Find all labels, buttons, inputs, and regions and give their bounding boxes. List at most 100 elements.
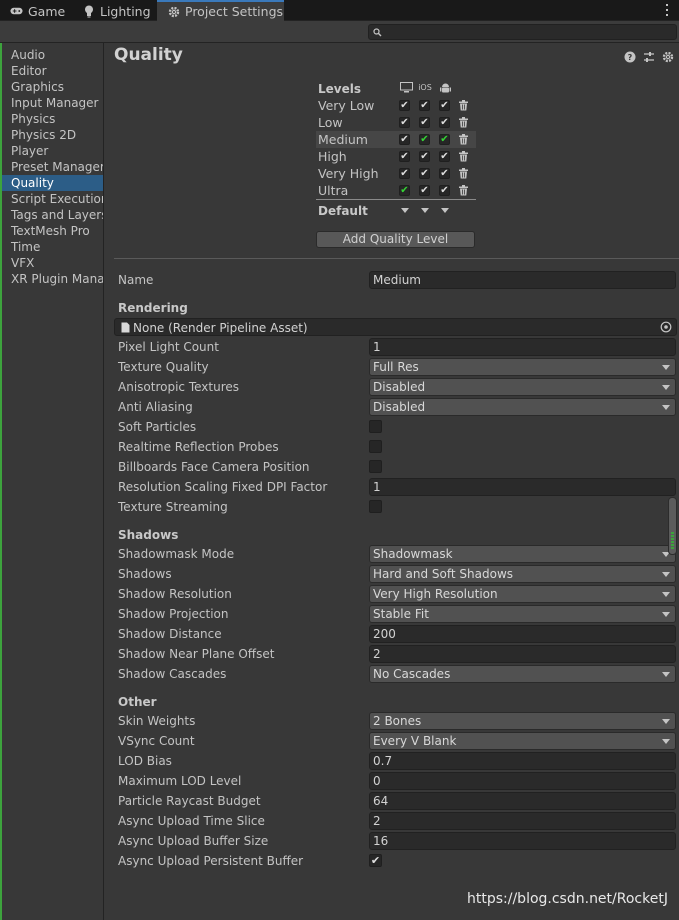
trash-icon[interactable] xyxy=(458,151,469,162)
property-label: Anti Aliasing xyxy=(118,400,193,414)
texture-quality-dropdown[interactable]: Full Res xyxy=(369,358,676,376)
shadow-distance-row: Shadow Distance 200 xyxy=(118,624,678,644)
sidebar-item-vfx[interactable]: VFX xyxy=(2,255,103,271)
sidebar-item-textmesh-pro[interactable]: TextMesh Pro xyxy=(2,223,103,239)
level-checkbox[interactable]: ✔ xyxy=(419,168,430,179)
sidebar-item-preset-manager[interactable]: Preset Manager xyxy=(2,159,103,175)
sidebar-item-player[interactable]: Player xyxy=(2,143,103,159)
default-dropdown-ios[interactable] xyxy=(421,208,429,213)
sidebar-item-quality[interactable]: Quality xyxy=(2,175,103,191)
dropdown-value: Stable Fit xyxy=(373,607,429,621)
level-row-very-low[interactable]: Very Low ✔ ✔ ✔ xyxy=(316,97,476,114)
anisotropic-textures-dropdown[interactable]: Disabled xyxy=(369,378,676,396)
add-quality-level-button[interactable]: Add Quality Level xyxy=(316,231,475,248)
trash-icon[interactable] xyxy=(458,117,469,128)
sidebar-item-xr-plugin-management[interactable]: XR Plugin Manag xyxy=(2,271,103,287)
level-checkbox[interactable]: ✔ xyxy=(439,100,450,111)
maximum-lod-level-row: Maximum LOD Level 0 xyxy=(118,771,678,791)
preset-icon[interactable] xyxy=(642,50,655,63)
level-checkbox-default[interactable]: ✔ xyxy=(399,185,410,196)
sidebar-item-script-execution[interactable]: Script Execution xyxy=(2,191,103,207)
level-row-very-high[interactable]: Very High ✔ ✔ ✔ xyxy=(316,165,476,182)
sidebar-item-audio[interactable]: Audio xyxy=(2,47,103,63)
realtime-reflection-probes-checkbox[interactable] xyxy=(369,440,382,453)
object-picker-icon[interactable] xyxy=(660,321,672,333)
trash-icon[interactable] xyxy=(458,168,469,179)
resolution-scaling-dpi-field[interactable]: 1 xyxy=(369,478,676,496)
texture-streaming-checkbox[interactable] xyxy=(369,500,382,513)
trash-icon[interactable] xyxy=(458,100,469,111)
level-checkbox[interactable]: ✔ xyxy=(419,151,430,162)
search-input[interactable] xyxy=(368,24,677,40)
render-pipeline-asset-field[interactable]: None (Render Pipeline Asset) xyxy=(114,318,677,336)
lod-bias-field[interactable]: 0.7 xyxy=(369,752,676,770)
shadow-projection-dropdown[interactable]: Stable Fit xyxy=(369,605,676,623)
shadow-cascades-dropdown[interactable]: No Cascades xyxy=(369,665,676,683)
anti-aliasing-dropdown[interactable]: Disabled xyxy=(369,398,676,416)
scrollbar-thumb[interactable] xyxy=(668,497,677,555)
billboards-face-camera-checkbox[interactable] xyxy=(369,460,382,473)
level-checkbox[interactable]: ✔ xyxy=(419,185,430,196)
level-row-medium[interactable]: Medium ✔ ✔ ✔ xyxy=(316,131,476,148)
shadows-dropdown[interactable]: Hard and Soft Shadows xyxy=(369,565,676,583)
async-upload-buffer-size-field[interactable]: 16 xyxy=(369,832,676,850)
dropdown-value: Hard and Soft Shadows xyxy=(373,567,514,581)
level-checkbox-default[interactable]: ✔ xyxy=(439,134,450,145)
async-upload-persistent-buffer-checkbox[interactable]: ✔ xyxy=(369,854,382,867)
shadow-distance-field[interactable]: 200 xyxy=(369,625,676,643)
particle-raycast-budget-field[interactable]: 64 xyxy=(369,792,676,810)
default-dropdown-android[interactable] xyxy=(441,208,449,213)
level-checkbox[interactable]: ✔ xyxy=(419,100,430,111)
sidebar-item-physics-2d[interactable]: Physics 2D xyxy=(2,127,103,143)
sidebar-item-editor[interactable]: Editor xyxy=(2,63,103,79)
level-row-ultra[interactable]: Ultra ✔ ✔ ✔ xyxy=(316,182,476,199)
tab-lighting[interactable]: Lighting xyxy=(72,1,158,21)
gear-icon xyxy=(167,5,180,18)
level-checkbox[interactable]: ✔ xyxy=(419,117,430,128)
sidebar-item-physics[interactable]: Physics xyxy=(2,111,103,127)
maximum-lod-level-field[interactable]: 0 xyxy=(369,772,676,790)
shadow-resolution-dropdown[interactable]: Very High Resolution xyxy=(369,585,676,603)
level-checkbox[interactable]: ✔ xyxy=(439,168,450,179)
quality-settings-panel: Quality ? Levels iOS Very Low ✔ ✔ ✔ Low … xyxy=(105,43,679,920)
tab-project-settings[interactable]: Project Settings xyxy=(157,0,284,21)
level-checkbox[interactable]: ✔ xyxy=(439,185,450,196)
level-checkbox[interactable]: ✔ xyxy=(399,100,410,111)
skin-weights-dropdown[interactable]: 2 Bones xyxy=(369,712,676,730)
vsync-count-dropdown[interactable]: Every V Blank xyxy=(369,732,676,750)
trash-icon[interactable] xyxy=(458,134,469,145)
async-upload-time-slice-field[interactable]: 2 xyxy=(369,812,676,830)
resolution-scaling-dpi-row: Resolution Scaling Fixed DPI Factor 1 xyxy=(118,477,678,497)
level-row-high[interactable]: High ✔ ✔ ✔ xyxy=(316,148,476,165)
shadowmask-mode-dropdown[interactable]: Shadowmask xyxy=(369,545,676,563)
level-checkbox[interactable]: ✔ xyxy=(399,117,410,128)
sidebar-item-time[interactable]: Time xyxy=(2,239,103,255)
other-header: Other xyxy=(118,695,157,709)
tab-game[interactable]: Game xyxy=(0,1,76,21)
level-checkbox[interactable]: ✔ xyxy=(439,117,450,128)
soft-particles-checkbox[interactable] xyxy=(369,420,382,433)
sidebar-item-tags-and-layers[interactable]: Tags and Layers xyxy=(2,207,103,223)
default-dropdown-desktop[interactable] xyxy=(401,208,409,213)
name-field[interactable]: Medium xyxy=(369,271,676,289)
trash-icon[interactable] xyxy=(458,185,469,196)
more-options-icon[interactable] xyxy=(663,3,671,17)
gear-icon[interactable] xyxy=(661,50,674,63)
shadowmask-mode-row: Shadowmask Mode Shadowmask xyxy=(118,544,678,564)
sidebar-item-input-manager[interactable]: Input Manager xyxy=(2,95,103,111)
help-icon[interactable]: ? xyxy=(623,50,636,63)
level-checkbox-default[interactable]: ✔ xyxy=(419,134,430,145)
level-row-low[interactable]: Low ✔ ✔ ✔ xyxy=(316,114,476,131)
level-checkbox[interactable]: ✔ xyxy=(439,151,450,162)
property-label: Shadow Near Plane Offset xyxy=(118,647,275,661)
soft-particles-row: Soft Particles xyxy=(118,417,678,437)
level-checkbox[interactable]: ✔ xyxy=(399,134,410,145)
level-checkbox[interactable]: ✔ xyxy=(399,151,410,162)
name-row: Name Medium xyxy=(118,270,678,290)
pixel-light-count-field[interactable]: 1 xyxy=(369,338,676,356)
level-checkbox[interactable]: ✔ xyxy=(399,168,410,179)
sidebar-item-graphics[interactable]: Graphics xyxy=(2,79,103,95)
shadow-near-plane-offset-field[interactable]: 2 xyxy=(369,645,676,663)
level-name: High xyxy=(318,149,347,164)
level-name: Medium xyxy=(318,132,368,147)
